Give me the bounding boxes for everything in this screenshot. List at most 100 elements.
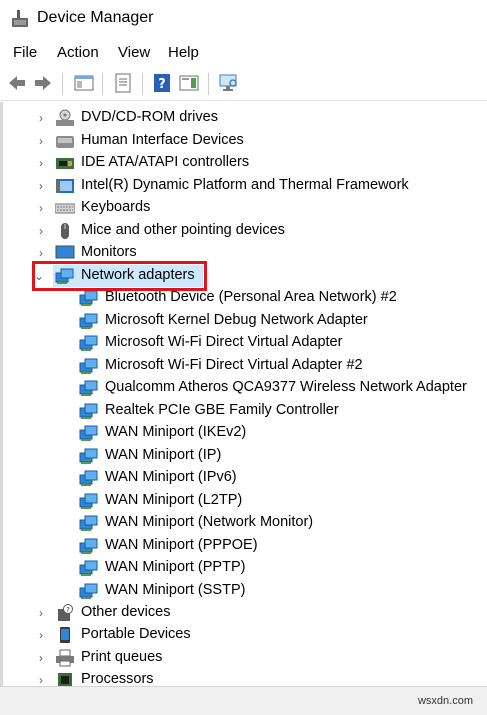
network-adapter-item[interactable]: Realtek PCIe GBE Family Controller [0, 400, 487, 422]
svg-text:?: ? [66, 606, 70, 614]
network-adapter-label: Microsoft Wi-Fi Direct Virtual Adapter [105, 334, 343, 350]
device-manager-icon [12, 10, 28, 27]
network-adapter-item[interactable]: WAN Miniport (PPTP) [0, 557, 487, 579]
chevron-right-icon[interactable]: › [36, 156, 46, 170]
scan-hardware-icon [219, 74, 237, 91]
chevron-right-icon[interactable]: › [36, 179, 46, 193]
tree-category-label: DVD/CD-ROM drives [81, 109, 218, 125]
svg-text:?: ? [158, 77, 166, 92]
network-adapter-label: WAN Miniport (PPTP) [105, 559, 246, 575]
network-adapter-label: WAN Miniport (Network Monitor) [105, 514, 314, 530]
network-adapter-label: WAN Miniport (IPv6) [105, 469, 237, 485]
tree-category-label: Intel(R) Dynamic Platform and Thermal Fr… [81, 177, 409, 193]
processor-icon [58, 673, 72, 686]
tree-category-label: Mice and other pointing devices [81, 222, 285, 238]
menu-help[interactable]: Help [167, 44, 200, 61]
network-adapter-icon [79, 358, 98, 374]
hid-icon [56, 136, 74, 148]
network-adapter-icon [79, 470, 98, 486]
network-adapter-item[interactable]: Microsoft Kernel Debug Network Adapter [0, 310, 487, 332]
annotation-highlight-box [32, 261, 207, 291]
chevron-right-icon[interactable]: › [36, 134, 46, 148]
tree-category-label: Print queues [81, 649, 163, 665]
toolbar-separator [102, 73, 103, 95]
network-adapter-icon [79, 380, 98, 396]
network-adapter-item[interactable]: WAN Miniport (IKEv2) [0, 422, 487, 444]
tree-category-mice[interactable]: › Mice and other pointing devices [0, 220, 487, 242]
tree-category-dvd[interactable]: › DVD/CD-ROM drives [0, 107, 487, 129]
chevron-right-icon[interactable]: › [36, 628, 46, 642]
tree-category-label: Portable Devices [81, 626, 191, 642]
toolbar-separator [62, 73, 63, 95]
tree-category-label: Keyboards [81, 199, 151, 215]
forward-button[interactable] [32, 72, 54, 94]
help-icon: ? [154, 74, 170, 92]
back-button[interactable] [6, 72, 28, 94]
dvd-drive-icon [56, 109, 74, 126]
keyboard-icon [55, 203, 75, 214]
tree-category-portable-devices[interactable]: › Portable Devices [0, 624, 487, 646]
network-adapter-label: Realtek PCIe GBE Family Controller [105, 401, 339, 418]
chevron-right-icon[interactable]: › [36, 673, 46, 686]
network-adapter-icon [79, 493, 98, 509]
network-adapter-icon [79, 515, 98, 531]
title-bar: Device Manager [0, 0, 487, 40]
network-adapter-label: Qualcomm Atheros QCA9377 Wireless Networ… [105, 379, 467, 395]
toolbar-separator [208, 73, 209, 95]
status-bar: wsxdn.com [0, 686, 487, 715]
chevron-right-icon[interactable]: › [36, 224, 46, 238]
network-adapter-label: WAN Miniport (L2TP) [105, 491, 243, 508]
network-adapter-item[interactable]: Microsoft Wi-Fi Direct Virtual Adapter [0, 332, 487, 354]
network-adapter-label: WAN Miniport (IKEv2) [105, 424, 247, 440]
network-adapter-item[interactable]: WAN Miniport (Network Monitor) [0, 512, 487, 534]
menu-action[interactable]: Action [56, 44, 100, 61]
menu-file[interactable]: File [12, 44, 38, 61]
show-hide-console-button[interactable] [73, 72, 95, 94]
other-devices-icon: ? [58, 604, 73, 621]
tree-category-label: IDE ATA/ATAPI controllers [81, 154, 250, 170]
action-pane-icon [179, 75, 199, 91]
network-adapter-item[interactable]: WAN Miniport (PPPOE) [0, 535, 487, 557]
chevron-right-icon[interactable]: › [36, 201, 46, 215]
network-adapter-item[interactable]: Qualcomm Atheros QCA9377 Wireless Networ… [0, 377, 487, 399]
chevron-right-icon[interactable]: › [36, 246, 46, 260]
tree-category-other-devices[interactable]: › ? Other devices [0, 602, 487, 624]
properties-button[interactable] [112, 72, 134, 94]
help-button[interactable]: ? [151, 72, 173, 94]
properties-sheet-icon [115, 73, 131, 93]
tree-category-processors[interactable]: › Processors [0, 669, 487, 686]
network-adapter-item[interactable]: WAN Miniport (IPv6) [0, 467, 487, 489]
forward-arrow-icon [35, 76, 51, 90]
menu-bar: File Action View Help [0, 41, 487, 67]
device-tree[interactable]: › DVD/CD-ROM drives › Human Interface De… [0, 102, 487, 686]
mouse-icon [61, 223, 69, 239]
network-adapter-label: Microsoft Wi-Fi Direct Virtual Adapter #… [105, 356, 363, 373]
menu-view[interactable]: View [117, 44, 151, 61]
tree-category-print-queues[interactable]: › Print queues [0, 647, 487, 669]
scan-hardware-button[interactable] [218, 72, 240, 94]
network-adapter-label: WAN Miniport (IP) [105, 446, 222, 463]
network-adapter-item[interactable]: WAN Miniport (L2TP) [0, 490, 487, 512]
tree-category-intel-framework[interactable]: › Intel(R) Dynamic Platform and Thermal … [0, 175, 487, 197]
tree-category-ide[interactable]: › IDE ATA/ATAPI controllers [0, 152, 487, 174]
network-adapter-item[interactable]: Microsoft Wi-Fi Direct Virtual Adapter #… [0, 355, 487, 377]
printer-icon [56, 649, 74, 667]
network-adapter-icon [79, 335, 98, 351]
action-pane-button[interactable] [178, 72, 200, 94]
tree-category-hid[interactable]: › Human Interface Devices [0, 130, 487, 152]
tree-category-keyboards[interactable]: › Keyboards [0, 197, 487, 219]
network-adapter-label: WAN Miniport (PPPOE) [105, 536, 258, 553]
chevron-right-icon[interactable]: › [36, 111, 46, 125]
tree-category-label: Human Interface Devices [81, 132, 244, 148]
monitor-icon [55, 245, 75, 259]
network-adapter-item[interactable]: WAN Miniport (SSTP) [0, 580, 487, 602]
network-adapter-item[interactable]: WAN Miniport (IP) [0, 445, 487, 467]
ide-controller-icon [56, 158, 74, 169]
toolbar-separator [142, 73, 143, 95]
tree-category-label: Other devices [81, 604, 171, 620]
chevron-right-icon[interactable]: › [36, 651, 46, 665]
network-adapter-label: Microsoft Kernel Debug Network Adapter [105, 311, 368, 328]
properties-console-icon [74, 75, 94, 91]
chevron-right-icon[interactable]: › [36, 606, 46, 620]
tree-category-label: Processors [81, 671, 154, 686]
